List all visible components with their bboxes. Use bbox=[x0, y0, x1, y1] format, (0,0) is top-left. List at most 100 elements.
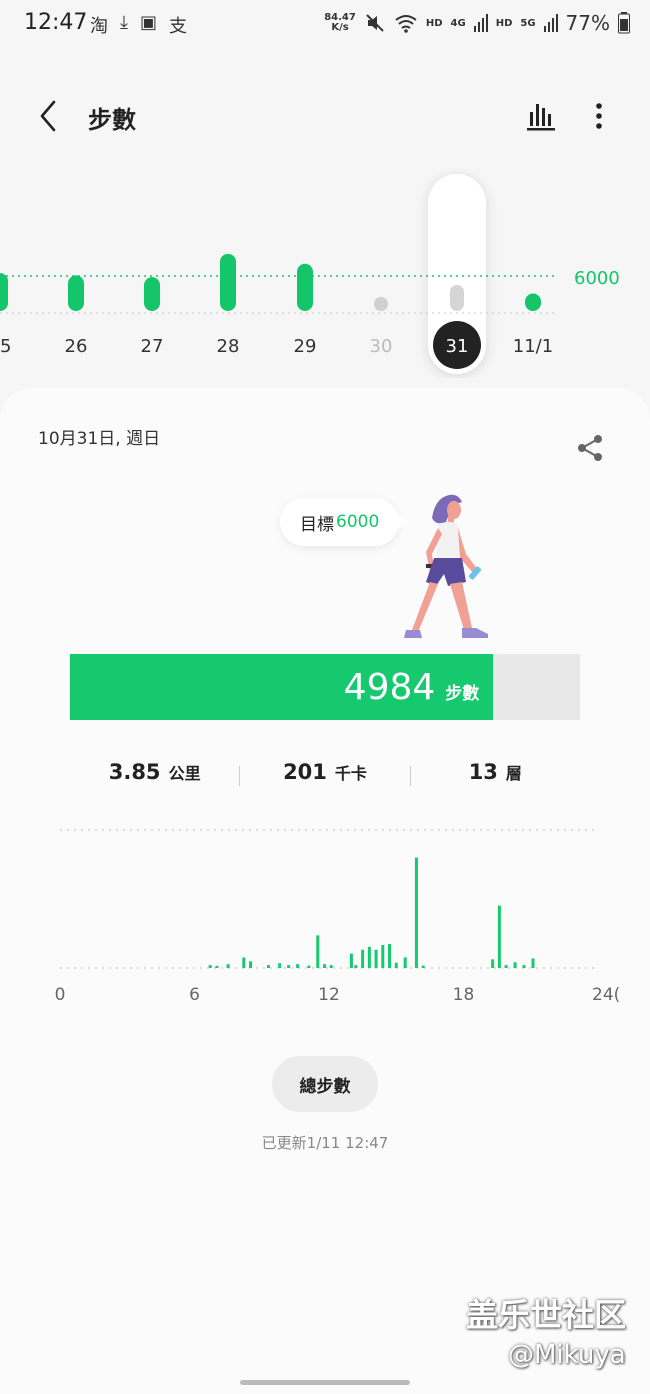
hourly-tick-label: 24(時) bbox=[592, 985, 620, 1005]
hourly-bar bbox=[491, 959, 495, 968]
selected-date: 10月31日, 週日 bbox=[38, 429, 161, 449]
page-title: 步數 bbox=[88, 106, 136, 134]
day-label[interactable]: 29 bbox=[294, 336, 317, 357]
trends-button[interactable] bbox=[524, 98, 558, 132]
hourly-bar bbox=[249, 961, 253, 968]
day-label[interactable]: 31 bbox=[446, 336, 469, 357]
watermark-community: 盖乐世社区 bbox=[466, 1296, 627, 1334]
hourly-bar bbox=[307, 965, 311, 968]
day-bar[interactable] bbox=[220, 253, 236, 311]
hourly-steps-chart: 0 6 12 18 24(時) bbox=[50, 818, 620, 1038]
day-label[interactable]: 11/1 bbox=[513, 336, 553, 357]
hourly-bar bbox=[296, 964, 300, 968]
calories-unit: 千卡 bbox=[334, 764, 367, 783]
hourly-bar bbox=[403, 957, 407, 968]
day-bar[interactable] bbox=[144, 277, 160, 311]
weekly-steps-chart[interactable]: 25 26 27 28 29 30 31 11/1 6000 bbox=[0, 168, 650, 378]
day-label[interactable]: 25 bbox=[0, 336, 11, 357]
day-label[interactable]: 27 bbox=[141, 336, 164, 357]
status-bar: 12:47 淘 ⤓ ▣ 支 84.47 K/s HD 4G HD 5G 77% bbox=[0, 0, 650, 52]
hourly-chart-svg: 0 6 12 18 24(時) bbox=[55, 829, 620, 1005]
day-bar-empty[interactable] bbox=[374, 297, 388, 311]
back-button[interactable] bbox=[30, 98, 66, 134]
signal-icon-1 bbox=[473, 14, 488, 32]
calories-stat: 201 千卡 bbox=[240, 760, 409, 794]
day-bar[interactable] bbox=[525, 293, 541, 312]
hourly-bar bbox=[513, 962, 517, 968]
steps-progress-fill: 4984 步數 bbox=[70, 654, 494, 720]
stats-row: 3.85 公里 201 千卡 13 層 bbox=[70, 760, 580, 794]
goal-bubble: 目標 6000 bbox=[280, 498, 410, 546]
hourly-bar bbox=[215, 966, 219, 968]
app-bar: 步數 bbox=[0, 80, 650, 152]
back-arrow-icon bbox=[40, 100, 56, 132]
day-bar[interactable] bbox=[450, 285, 464, 311]
mute-icon bbox=[366, 14, 384, 32]
watermark-user: @Mikuya bbox=[508, 1340, 626, 1370]
notification-icons: 淘 ⤓ ▣ 支 bbox=[90, 12, 187, 38]
hourly-bar bbox=[361, 949, 365, 968]
share-icon bbox=[578, 435, 602, 461]
floors-value: 13 bbox=[468, 760, 498, 784]
alipay-icon: 支 bbox=[168, 16, 187, 37]
hourly-bar bbox=[374, 949, 378, 968]
hourly-bar bbox=[354, 965, 358, 968]
hourly-bar bbox=[367, 946, 371, 968]
network-5g-label: 5G bbox=[520, 17, 536, 29]
hourly-tick-label: 6 bbox=[189, 985, 200, 1005]
steps-unit: 步數 bbox=[445, 683, 480, 704]
hourly-bar bbox=[504, 965, 508, 968]
hourly-bar bbox=[323, 964, 327, 968]
day-label[interactable]: 30 bbox=[370, 336, 393, 357]
share-button[interactable] bbox=[574, 432, 606, 464]
hourly-bar bbox=[329, 965, 333, 968]
last-updated: 已更新1/11 12:47 bbox=[261, 1134, 389, 1152]
walking-person-illustration bbox=[404, 494, 488, 638]
more-options-button[interactable] bbox=[584, 98, 614, 134]
goal-value: 6000 bbox=[336, 512, 380, 532]
distance-stat: 3.85 公里 bbox=[70, 760, 239, 794]
hourly-bar bbox=[287, 965, 291, 968]
hourly-bar bbox=[497, 905, 501, 968]
download-icon: ⤓ bbox=[120, 12, 128, 33]
hourly-bar bbox=[242, 957, 246, 968]
distance-unit: 公里 bbox=[168, 764, 201, 783]
day-label[interactable]: 28 bbox=[217, 336, 240, 357]
hourly-bar bbox=[388, 944, 392, 968]
hourly-tick-label: 0 bbox=[55, 985, 66, 1005]
hourly-bar bbox=[226, 964, 230, 968]
battery-icon bbox=[618, 12, 630, 34]
home-indicator[interactable] bbox=[240, 1380, 410, 1385]
day-bar[interactable] bbox=[68, 275, 84, 311]
status-right: 84.47 K/s HD 4G HD 5G 77% bbox=[324, 11, 630, 35]
gallery-icon: ▣ bbox=[139, 12, 157, 33]
day-bar[interactable] bbox=[0, 273, 8, 311]
calories-value: 201 bbox=[283, 760, 327, 784]
floors-stat: 13 層 bbox=[411, 760, 580, 794]
day-label[interactable]: 26 bbox=[65, 336, 88, 357]
hd-label-1: HD bbox=[425, 17, 443, 29]
total-steps-button[interactable]: 總步數 bbox=[272, 1056, 378, 1112]
hourly-bar bbox=[208, 965, 212, 968]
battery-percent: 77% bbox=[565, 11, 610, 35]
hourly-bar bbox=[414, 857, 418, 968]
wifi-icon bbox=[395, 15, 417, 33]
bar-chart-icon bbox=[527, 104, 555, 131]
hourly-bar bbox=[266, 965, 270, 968]
hourly-bar bbox=[421, 965, 425, 968]
weekly-chart-svg: 25 26 27 28 29 30 31 11/1 bbox=[0, 174, 556, 374]
goal-line-label: 6000 bbox=[574, 268, 620, 289]
day-bar[interactable] bbox=[297, 263, 313, 311]
hourly-bar bbox=[531, 958, 535, 968]
hourly-tick-label: 12 bbox=[318, 985, 340, 1005]
hourly-bar bbox=[522, 965, 526, 968]
goal-label: 目標 bbox=[300, 514, 334, 535]
hourly-bar bbox=[278, 963, 282, 968]
hourly-bar bbox=[381, 944, 385, 968]
more-vert-icon bbox=[596, 103, 602, 129]
hourly-bar bbox=[349, 953, 353, 968]
daily-detail-card: 10月31日, 週日 目標 6000 4984 步數 3.85 公里 201 千… bbox=[0, 388, 650, 1394]
distance-value: 3.85 bbox=[108, 760, 161, 784]
network-speed-unit: K/s bbox=[331, 22, 349, 33]
hd-label-2: HD bbox=[495, 17, 513, 29]
